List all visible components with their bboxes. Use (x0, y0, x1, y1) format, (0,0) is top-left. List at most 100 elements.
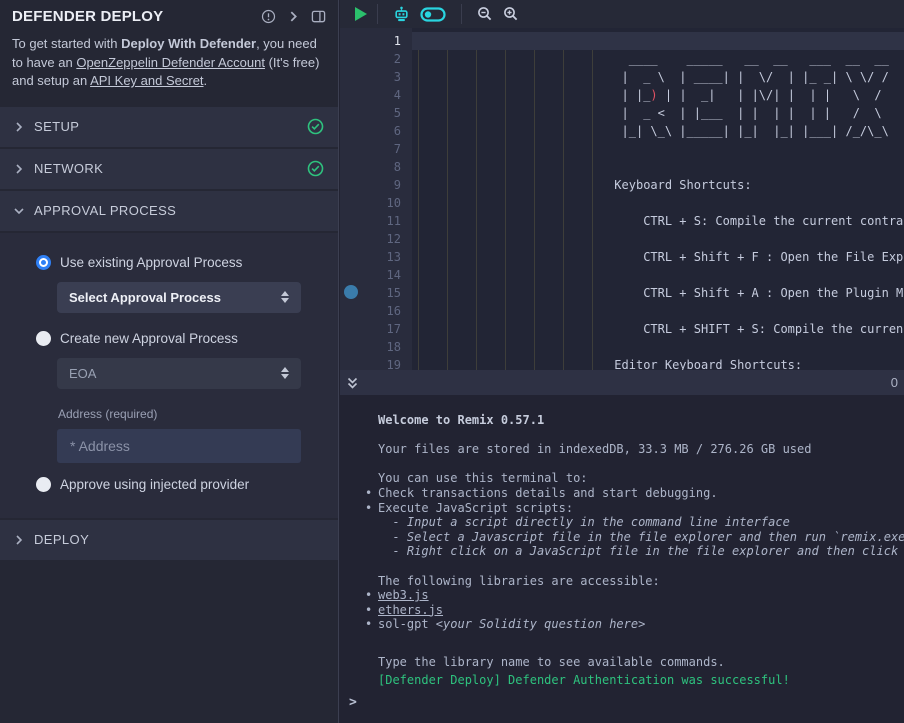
indent-guide (505, 50, 506, 370)
terminal-prompt[interactable]: > (340, 688, 904, 711)
line-number[interactable]: 14 (340, 266, 412, 284)
line-number[interactable]: 2 (340, 50, 412, 68)
line-number[interactable]: 6 (340, 122, 412, 140)
zoom-in-icon[interactable] (503, 6, 519, 22)
indent-guide (534, 50, 535, 370)
line-number[interactable]: 10 (340, 194, 412, 212)
code-line[interactable]: CTRL + Shift + A : Open the Plugin Manag… (412, 284, 904, 302)
code-line[interactable] (412, 266, 904, 284)
terminal-listen-badge: 0 (891, 375, 898, 390)
code-line[interactable]: | |_) | | _| | |\/| | | | \ / (412, 86, 904, 104)
radio-use-existing-approval[interactable]: Use existing Approval Process (0, 255, 338, 270)
line-number[interactable]: 11 (340, 212, 412, 230)
collapse-panel-chevron-icon[interactable] (288, 11, 299, 22)
terminal-line: web3.js (378, 588, 904, 603)
breakpoint-dot[interactable] (344, 285, 358, 299)
run-script-play-icon[interactable] (355, 7, 367, 21)
zoom-out-icon[interactable] (477, 6, 493, 22)
editor-gutter[interactable]: 12345678910111213141516171819 (340, 28, 412, 370)
line-number[interactable]: 16 (340, 302, 412, 320)
code-line[interactable]: ____ _____ __ __ ___ __ __ (412, 50, 904, 68)
chevron-down-icon (14, 206, 34, 216)
line-number[interactable]: 1 (340, 32, 412, 50)
code-line[interactable] (412, 230, 904, 248)
line-number[interactable]: 18 (340, 338, 412, 356)
line-number[interactable]: 4 (340, 86, 412, 104)
indent-guide (447, 50, 448, 370)
code-line[interactable]: CTRL + S: Compile the current contract (412, 212, 904, 230)
terminal-line (378, 457, 904, 472)
terminal-line (378, 428, 904, 443)
radio-unselected-icon[interactable] (36, 331, 51, 346)
approval-type-select[interactable]: EOA (57, 358, 301, 389)
radio-selected-icon[interactable] (36, 255, 51, 270)
code-line[interactable]: Keyboard Shortcuts: (412, 176, 904, 194)
chevron-right-icon (14, 164, 34, 174)
terminal-line: - Input a script directly in the command… (378, 515, 904, 530)
toolbar-divider (377, 4, 378, 24)
section-approval-process[interactable]: APPROVAL PROCESS (0, 191, 338, 231)
terminal-collapse-icon[interactable] (346, 376, 359, 390)
api-key-secret-link[interactable]: API Key and Secret (90, 73, 203, 88)
line-number[interactable]: 17 (340, 320, 412, 338)
code-line[interactable] (412, 140, 904, 158)
line-number[interactable]: 8 (340, 158, 412, 176)
section-deploy[interactable]: DEPLOY (0, 520, 338, 560)
address-input[interactable] (57, 429, 301, 463)
code-line[interactable] (412, 32, 904, 50)
code-line[interactable]: | _ < | |___ | | | | | | / \ (412, 104, 904, 122)
terminal-line (378, 559, 904, 574)
chevron-right-icon (14, 535, 34, 545)
accordion: SETUP NETWORK APPROVAL PROCESS Use exist… (0, 107, 338, 560)
layout-columns-icon[interactable] (311, 9, 326, 24)
line-number[interactable]: 12 (340, 230, 412, 248)
radio-create-new-approval[interactable]: Create new Approval Process (0, 331, 338, 346)
code-line[interactable] (412, 302, 904, 320)
radio-unselected-icon[interactable] (36, 477, 51, 492)
indent-guide (476, 50, 477, 370)
indent-guide (418, 50, 419, 370)
line-number[interactable]: 5 (340, 104, 412, 122)
code-line[interactable]: |_| \_\ |_____| |_| |_| |___| /_/\_\ (412, 122, 904, 140)
code-line[interactable]: Editor Keyboard Shortcuts: (412, 356, 904, 370)
radio-injected-provider[interactable]: Approve using injected provider (0, 477, 338, 492)
code-line[interactable]: | _ \ | ____| | \/ | |_ _| \ \/ / (412, 68, 904, 86)
terminal-line: You can use this terminal to: (378, 471, 904, 486)
openzeppelin-account-link[interactable]: OpenZeppelin Defender Account (76, 55, 265, 70)
toolbar-divider (461, 4, 462, 24)
main-area: 12345678910111213141516171819 ____ _____… (340, 0, 904, 723)
code-line[interactable] (412, 158, 904, 176)
indent-guide (592, 50, 593, 370)
terminal-line: Type the library name to see available c… (378, 655, 904, 670)
ai-copilot-toggle-icon[interactable] (420, 7, 446, 22)
terminal-line: - Select a Javascript file in the file e… (378, 530, 904, 545)
terminal-line (378, 632, 904, 647)
remix-ai-robot-icon[interactable] (393, 6, 410, 23)
section-setup[interactable]: SETUP (0, 107, 338, 147)
address-label: Address (required) (58, 407, 338, 421)
code-line[interactable]: CTRL + SHIFT + S: Compile the current co… (412, 320, 904, 338)
terminal-header: 0 (340, 370, 904, 395)
issue-circle-icon[interactable] (261, 9, 276, 24)
editor-toolbar (340, 0, 904, 28)
approval-process-select[interactable]: Select Approval Process (57, 282, 301, 313)
terminal-line: - Right click on a JavaScript file in th… (378, 544, 904, 559)
code-editor[interactable]: 12345678910111213141516171819 ____ _____… (340, 28, 904, 370)
check-circle-icon (307, 160, 324, 177)
code-line[interactable]: CTRL + Shift + F : Open the File Explore… (412, 248, 904, 266)
terminal[interactable]: Welcome to Remix 0.57.1 Your files are s… (340, 395, 904, 723)
approval-process-form: Use existing Approval Process Select App… (0, 233, 338, 518)
code-line[interactable] (412, 194, 904, 212)
section-network[interactable]: NETWORK (0, 149, 338, 189)
panel-header: DEFENDER DEPLOY (0, 0, 338, 27)
terminal-line: Your files are stored in indexedDB, 33.3… (378, 442, 904, 457)
terminal-line: Welcome to Remix 0.57.1 (378, 413, 904, 428)
line-number[interactable]: 19 (340, 356, 412, 370)
line-number[interactable]: 13 (340, 248, 412, 266)
line-number[interactable]: 3 (340, 68, 412, 86)
line-number[interactable]: 7 (340, 140, 412, 158)
code-line[interactable] (412, 338, 904, 356)
code-lines[interactable]: ____ _____ __ __ ___ __ __ | _ \ | ____|… (412, 28, 904, 370)
line-number[interactable]: 9 (340, 176, 412, 194)
check-circle-icon (307, 118, 324, 135)
